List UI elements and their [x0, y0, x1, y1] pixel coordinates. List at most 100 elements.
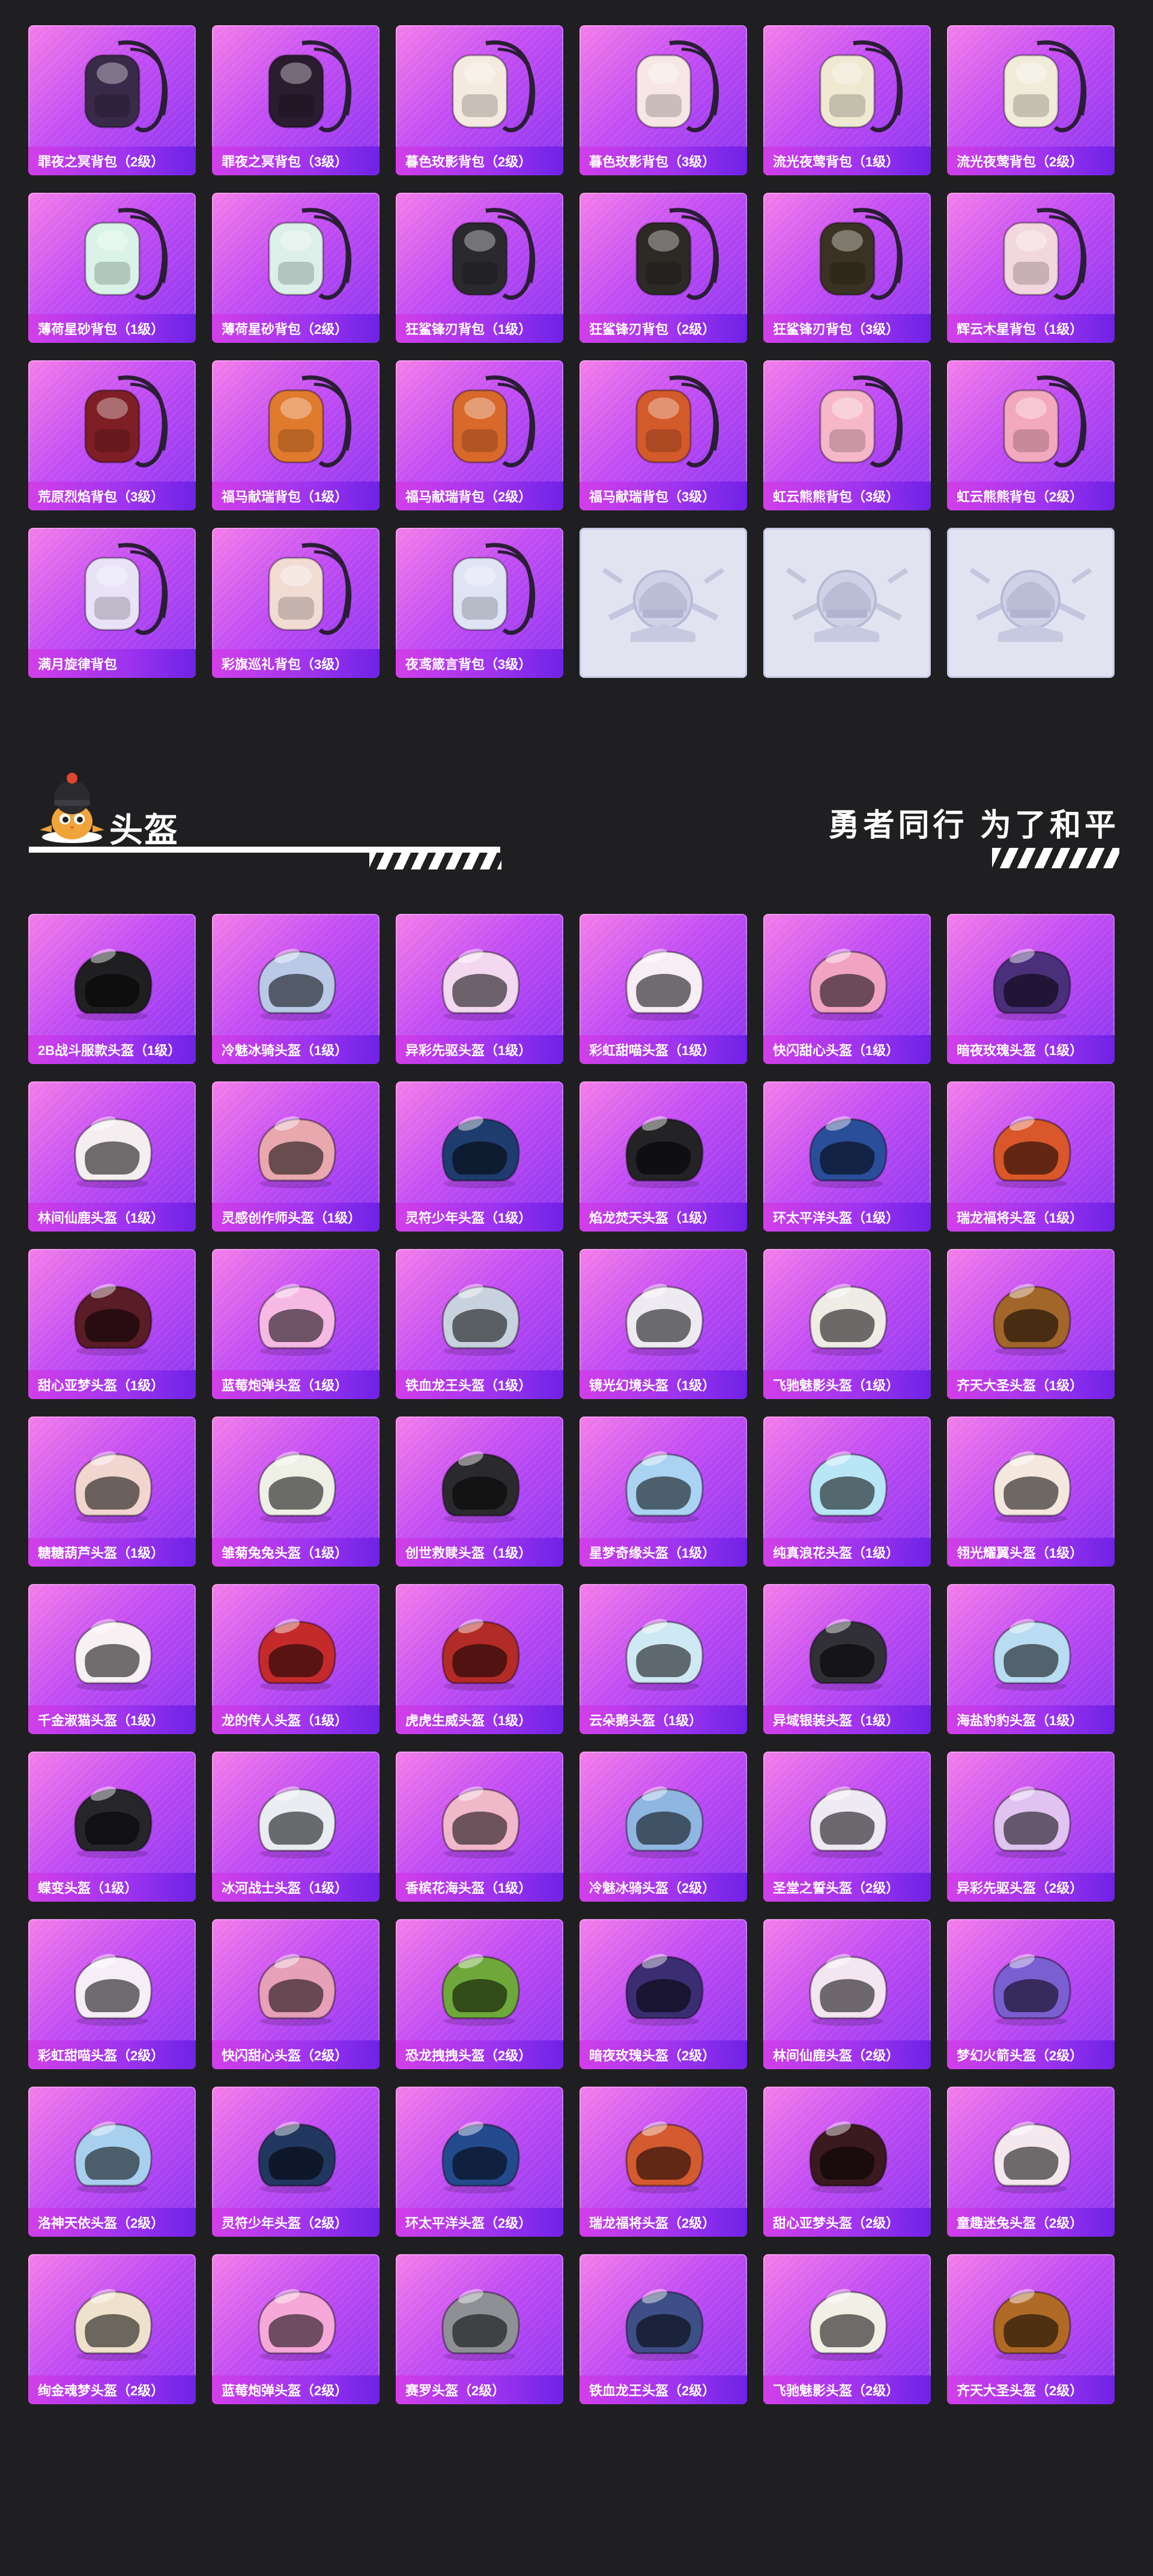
helmet-card[interactable]: 灵符少年头盔（2级） — [212, 2087, 380, 2237]
helmet-card[interactable]: 瑞龙福将头盔（2级） — [580, 2087, 747, 2237]
helmet-card[interactable]: 快闪甜心头盔（1级） — [763, 914, 931, 1064]
backpack-card[interactable]: 罪夜之冥背包（3级） — [212, 25, 380, 175]
helmet-card[interactable]: 纯真浪花头盔（1级） — [763, 1416, 931, 1567]
helmet-card[interactable]: 暗夜玫瑰头盔（1级） — [947, 914, 1115, 1064]
helmet-card[interactable]: 环太平洋头盔（2级） — [396, 2087, 563, 2237]
helmet-card[interactable]: 灵感创作师头盔（1级） — [212, 1081, 380, 1232]
helmet-card[interactable]: 林间仙鹿头盔（2级） — [763, 1919, 931, 2069]
helmet-card[interactable]: 瑞龙福将头盔（1级） — [947, 1081, 1115, 1232]
helmet-card[interactable]: 齐天大圣头盔（1级） — [947, 1249, 1115, 1399]
helmet-card[interactable]: 异域银装头盔（1级） — [763, 1584, 931, 1734]
helmet-icon — [441, 2121, 520, 2194]
helmet-label: 林间仙鹿头盔（2级） — [763, 2040, 931, 2069]
helmet-label: 冷魅冰骑头盔（1级） — [212, 1035, 380, 1064]
backpack-card[interactable]: 罪夜之冥背包（2级） — [28, 25, 196, 175]
placeholder-emblem-icon — [969, 567, 1092, 642]
helmet-grid: 2B战斗服款头盔（1级） 冷魅冰骑头盔（1级） 异彩先驱头盔（1级） 彩虹甜喵头… — [28, 914, 1115, 2404]
backpack-card[interactable]: 狂鲨锋刃背包（3级） — [763, 193, 931, 343]
backpack-card[interactable]: 暮色玫影背包（2级） — [396, 25, 563, 175]
backpack-card[interactable]: 流光夜莺背包（2级） — [947, 25, 1115, 175]
backpack-card[interactable]: 暮色玫影背包（3级） — [580, 25, 747, 175]
helmet-card[interactable]: 齐天大圣头盔（2级） — [947, 2254, 1115, 2404]
helmet-icon — [993, 1116, 1071, 1188]
backpack-card[interactable]: 荒原烈焰背包（3级） — [28, 360, 196, 510]
backpack-card[interactable]: 满月旋律背包 — [28, 528, 196, 678]
helmet-label: 蓝莓炮弹头盔（2级） — [212, 2375, 380, 2404]
backpack-card[interactable]: 福马献瑞背包（3级） — [580, 360, 747, 510]
helmet-card[interactable]: 甜心亚梦头盔（1级） — [28, 1249, 196, 1399]
backpack-label: 虹云熊熊背包（3级） — [763, 482, 931, 510]
helmet-label: 虎虎生威头盔（1级） — [396, 1705, 563, 1734]
backpack-card[interactable]: 流光夜莺背包（1级） — [763, 25, 931, 175]
helmet-card[interactable]: 彩虹甜喵头盔（1级） — [580, 914, 747, 1064]
helmet-card[interactable]: 蝶变头盔（1级） — [28, 1752, 196, 1902]
helmet-label: 瑞龙福将头盔（1级） — [947, 1203, 1115, 1232]
helmet-card[interactable]: 飞驰魅影头盔（2级） — [763, 2254, 931, 2404]
backpack-card[interactable]: 薄荷星砂背包（2级） — [212, 193, 380, 343]
helmet-card[interactable]: 翎光耀翼头盔（1级） — [947, 1416, 1115, 1567]
helmet-card[interactable]: 甜心亚梦头盔（2级） — [763, 2087, 931, 2237]
helmet-card[interactable]: 糖糖葫芦头盔（1级） — [28, 1416, 196, 1567]
backpack-card[interactable]: 福马献瑞背包（2级） — [396, 360, 563, 510]
empty-slot[interactable] — [763, 528, 931, 678]
helmet-card[interactable]: 恐龙拽拽头盔（2级） — [396, 1919, 563, 2069]
helmet-card[interactable]: 海盐豹豹头盔（1级） — [947, 1584, 1115, 1734]
helmet-card[interactable]: 灵符少年头盔（1级） — [396, 1081, 563, 1232]
helmet-card[interactable]: 铁血龙王头盔（2级） — [580, 2254, 747, 2404]
helmet-card[interactable]: 飞驰魅影头盔（1级） — [763, 1249, 931, 1399]
helmet-icon — [258, 1618, 336, 1691]
backpack-card[interactable]: 夜鸢箴言背包（3级） — [396, 528, 563, 678]
helmet-card[interactable]: 冰河战士头盔（1级） — [212, 1752, 380, 1902]
backpack-card[interactable]: 狂鲨锋刃背包（1级） — [396, 193, 563, 343]
helmet-card[interactable]: 彩虹甜喵头盔（2级） — [28, 1919, 196, 2069]
helmet-card[interactable]: 焰龙焚天头盔（1级） — [580, 1081, 747, 1232]
helmet-card[interactable]: 暗夜玫瑰头盔（2级） — [580, 1919, 747, 2069]
backpack-card[interactable]: 虹云熊熊背包（2级） — [947, 360, 1115, 510]
helmet-card[interactable]: 镜光幻境头盔（1级） — [580, 1249, 747, 1399]
helmet-card[interactable]: 洛神天依头盔（2级） — [28, 2087, 196, 2237]
backpack-icon — [819, 375, 903, 468]
helmet-icon — [441, 1953, 520, 2026]
helmet-card[interactable]: 蓝莓炮弹头盔（1级） — [212, 1249, 380, 1399]
backpack-card[interactable]: 辉云木星背包（1级） — [947, 193, 1115, 343]
helmet-card[interactable]: 云朵鹅头盔（1级） — [580, 1584, 747, 1734]
helmet-card[interactable]: 龙的传人头盔（1级） — [212, 1584, 380, 1734]
helmet-card[interactable]: 香槟花海头盔（1级） — [396, 1752, 563, 1902]
helmet-card[interactable]: 冷魅冰骑头盔（2级） — [580, 1752, 747, 1902]
helmet-label: 翎光耀翼头盔（1级） — [947, 1538, 1115, 1567]
helmet-card[interactable]: 虎虎生威头盔（1级） — [396, 1584, 563, 1734]
backpack-card[interactable]: 彩旗巡礼背包（3级） — [212, 528, 380, 678]
helmet-icon — [993, 1786, 1071, 1858]
helmet-card[interactable]: 童趣迷兔头盔（2级） — [947, 2087, 1115, 2237]
helmet-card[interactable]: 异彩先驱头盔（2级） — [947, 1752, 1115, 1902]
helmet-card[interactable]: 赛罗头盔（2级） — [396, 2254, 563, 2404]
helmet-card[interactable]: 梦幻火箭头盔（2级） — [947, 1919, 1115, 2069]
backpack-icon — [452, 40, 536, 133]
helmet-label: 瑞龙福将头盔（2级） — [580, 2208, 747, 2237]
backpack-card[interactable]: 狂鲨锋刃背包（2级） — [580, 193, 747, 343]
helmet-card[interactable]: 雏菊兔兔头盔（1级） — [212, 1416, 380, 1567]
helmet-card[interactable]: 蓝莓炮弹头盔（2级） — [212, 2254, 380, 2404]
helmet-card[interactable]: 异彩先驱头盔（1级） — [396, 914, 563, 1064]
helmet-card[interactable]: 铁血龙王头盔（1级） — [396, 1249, 563, 1399]
helmet-card[interactable]: 星梦奇缘头盔（1级） — [580, 1416, 747, 1567]
empty-slot[interactable] — [580, 528, 747, 678]
helmet-card[interactable]: 创世救赎头盔（1级） — [396, 1416, 563, 1567]
helmet-card[interactable]: 快闪甜心头盔（2级） — [212, 1919, 380, 2069]
helmet-card[interactable]: 绚金魂梦头盔（2级） — [28, 2254, 196, 2404]
helmet-label: 异彩先驱头盔（1级） — [396, 1035, 563, 1064]
helmet-icon — [809, 1451, 888, 1523]
helmet-card[interactable]: 环太平洋头盔（1级） — [763, 1081, 931, 1232]
helmet-card[interactable]: 千金淑猫头盔（1级） — [28, 1584, 196, 1734]
helmet-card[interactable]: 冷魅冰骑头盔（1级） — [212, 914, 380, 1064]
backpack-card[interactable]: 薄荷星砂背包（1级） — [28, 193, 196, 343]
helmet-card[interactable]: 2B战斗服款头盔（1级） — [28, 914, 196, 1064]
helmet-icon — [993, 2288, 1071, 2361]
helmet-card[interactable]: 圣堂之誓头盔（2级） — [763, 1752, 931, 1902]
backpack-card[interactable]: 福马献瑞背包（1级） — [212, 360, 380, 510]
helmet-card[interactable]: 林间仙鹿头盔（1级） — [28, 1081, 196, 1232]
empty-slot[interactable] — [947, 528, 1115, 678]
backpack-card[interactable]: 虹云熊熊背包（3级） — [763, 360, 931, 510]
helmet-label: 洛神天依头盔（2级） — [28, 2208, 196, 2237]
helmet-label: 星梦奇缘头盔（1级） — [580, 1538, 747, 1567]
